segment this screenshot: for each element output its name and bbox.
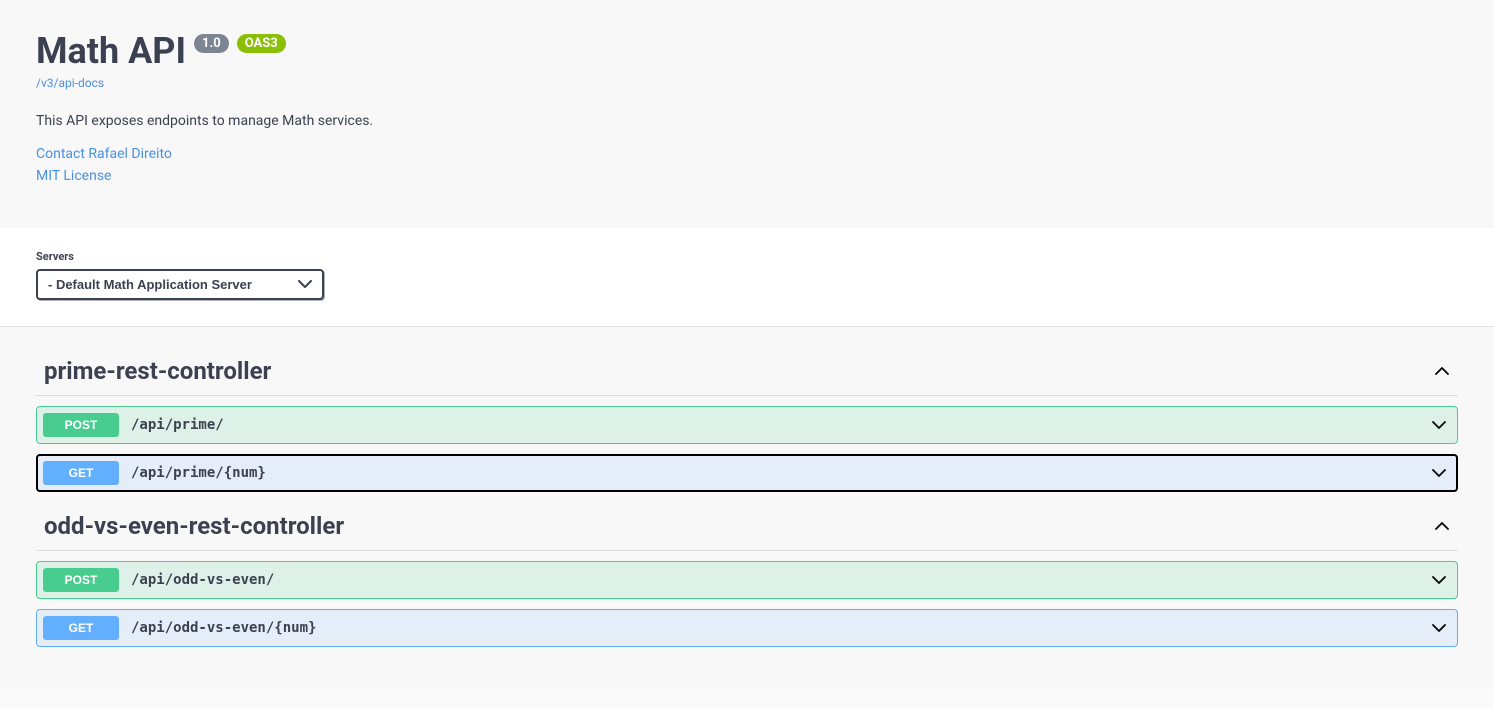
license-link[interactable]: MIT License (36, 165, 1458, 187)
chevron-down-icon (1431, 420, 1447, 430)
tag-block: odd-vs-even-rest-controller POST /api/od… (36, 504, 1458, 647)
server-select-wrap: - Default Math Application Server (36, 269, 324, 300)
oas-badge: OAS3 (237, 34, 286, 53)
operation-post-odd-vs-even[interactable]: POST /api/odd-vs-even/ (36, 561, 1458, 599)
method-badge-post: POST (43, 413, 119, 437)
chevron-up-icon (1434, 366, 1450, 376)
servers-section: Servers - Default Math Application Serve… (0, 228, 1494, 327)
info-section: Math API 1.0 OAS3 /v3/api-docs This API … (0, 0, 1494, 228)
tag-name: odd-vs-even-rest-controller (44, 512, 344, 540)
version-badge: 1.0 (194, 34, 229, 53)
operation-get-prime-num[interactable]: GET /api/prime/{num} (36, 454, 1458, 492)
info-links: Contact Rafael Direito MIT License (36, 143, 1458, 188)
tag-block: prime-rest-controller POST /api/prime/ G… (36, 349, 1458, 492)
tag-header-odd-vs-even[interactable]: odd-vs-even-rest-controller (36, 504, 1458, 551)
contact-link[interactable]: Contact Rafael Direito (36, 143, 1458, 165)
tag-header-prime[interactable]: prime-rest-controller (36, 349, 1458, 396)
operation-path: /api/prime/ (131, 417, 1431, 433)
operation-path: /api/odd-vs-even/ (131, 572, 1431, 588)
tag-name: prime-rest-controller (44, 357, 271, 385)
method-badge-post: POST (43, 568, 119, 592)
method-badge-get: GET (43, 461, 119, 485)
servers-label: Servers (36, 250, 1458, 263)
operation-path: /api/odd-vs-even/{num} (131, 620, 1431, 636)
api-docs-link[interactable]: /v3/api-docs (36, 76, 104, 90)
operation-post-prime[interactable]: POST /api/prime/ (36, 406, 1458, 444)
method-badge-get: GET (43, 616, 119, 640)
chevron-down-icon (1431, 468, 1447, 478)
chevron-down-icon (1431, 623, 1447, 633)
chevron-up-icon (1434, 521, 1450, 531)
api-description: This API exposes endpoints to manage Mat… (36, 113, 1458, 129)
server-select[interactable]: - Default Math Application Server (36, 269, 324, 300)
api-title: Math API (36, 30, 186, 72)
chevron-down-icon (1431, 575, 1447, 585)
operation-path: /api/prime/{num} (131, 465, 1431, 481)
title-row: Math API 1.0 OAS3 (36, 30, 1458, 72)
tags-section: prime-rest-controller POST /api/prime/ G… (0, 327, 1494, 689)
operation-get-odd-vs-even-num[interactable]: GET /api/odd-vs-even/{num} (36, 609, 1458, 647)
